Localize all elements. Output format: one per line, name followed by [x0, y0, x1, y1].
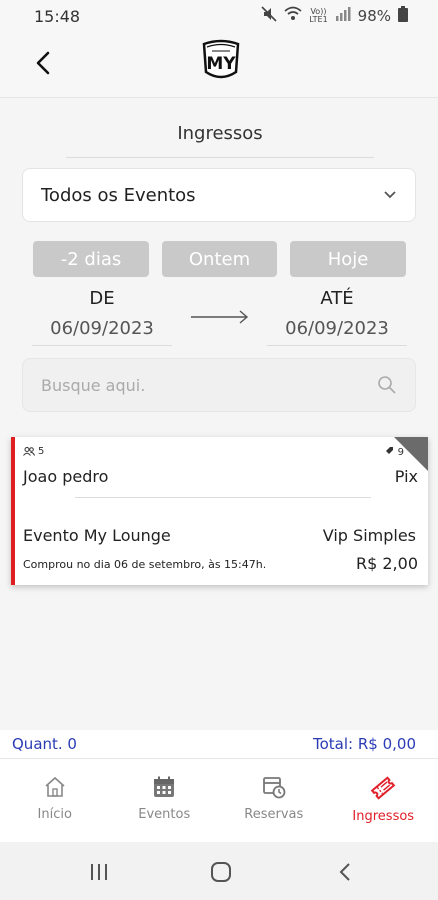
status-time: 15:48	[34, 6, 81, 26]
ticket-id: 9	[385, 446, 404, 458]
ticket-payment-method: Pix	[394, 467, 418, 486]
ticket-quantity-value: 5	[38, 446, 45, 457]
home-button[interactable]	[206, 858, 236, 886]
system-nav-bar	[0, 842, 438, 900]
network-label-bottom: LTE1	[309, 15, 328, 24]
home-square-icon	[211, 862, 231, 882]
range-button-minus-2-days[interactable]: -2 dias	[33, 241, 149, 277]
wifi-icon	[284, 6, 302, 26]
nav-item-inicio[interactable]: Início	[0, 759, 110, 842]
from-date-field[interactable]: 06/09/2023	[32, 318, 172, 346]
nav-item-reservas[interactable]: Reservas	[219, 759, 329, 842]
arrow-right-icon	[190, 307, 250, 331]
page-title: Ingressos	[66, 114, 374, 158]
event-select[interactable]: Todos os Eventos	[22, 168, 416, 222]
battery-percent: 98%	[357, 7, 391, 25]
system-back-icon	[339, 863, 350, 881]
recent-apps-button[interactable]	[84, 858, 114, 886]
nav-item-ingressos[interactable]: Ingressos	[329, 759, 438, 842]
system-back-button[interactable]	[330, 858, 360, 886]
totals-amount: Total: R$ 0,00	[313, 735, 416, 753]
bottom-nav: Início Eventos Reservas Ingressos	[0, 758, 438, 842]
battery-icon	[398, 6, 408, 26]
from-date-label: DE	[89, 288, 115, 309]
network-label: Vo)) LTE1	[309, 8, 327, 24]
back-arrow-icon	[36, 51, 50, 75]
ticket-icon	[370, 776, 396, 800]
nav-label-eventos: Eventos	[138, 807, 191, 822]
nav-label-ingressos: Ingressos	[352, 809, 415, 824]
search-placeholder: Busque aqui.	[41, 375, 146, 395]
ticket-type: Vip Simples	[322, 526, 416, 545]
totals-bar: Quant. 0 Total: R$ 0,00	[0, 730, 438, 758]
search-icon[interactable]	[377, 375, 397, 395]
chevron-down-icon	[384, 191, 396, 199]
status-icons: Vo)) LTE1 98%	[261, 6, 408, 26]
ticket-price: R$ 2,00	[355, 554, 418, 573]
signal-icon	[335, 7, 351, 25]
nav-label-inicio: Início	[37, 807, 72, 822]
people-icon	[23, 447, 35, 456]
app-header: MY	[0, 32, 438, 98]
search-input[interactable]: Busque aqui.	[22, 358, 416, 412]
app-logo: MY	[198, 36, 244, 82]
ticket-id-value: 9	[397, 447, 404, 458]
ticket-card[interactable]: 5 9 Joao pedro Pix Evento My Lounge Vip …	[11, 437, 428, 585]
reservation-icon	[262, 777, 286, 799]
to-date-field[interactable]: 06/09/2023	[267, 318, 407, 346]
calendar-icon	[154, 776, 175, 797]
ticket-event-name: Evento My Lounge	[23, 526, 171, 545]
to-date-label: ATÉ	[320, 288, 354, 309]
tag-icon	[386, 447, 394, 454]
range-button-today[interactable]: Hoje	[290, 241, 406, 277]
nav-item-eventos[interactable]: Eventos	[110, 759, 220, 842]
range-button-yesterday[interactable]: Ontem	[162, 241, 277, 277]
card-divider	[75, 497, 371, 498]
event-select-value: Todos os Eventos	[41, 184, 196, 206]
status-bar: 15:48 Vo)) LTE1 98%	[0, 0, 438, 32]
totals-quantity: Quant. 0	[12, 735, 77, 753]
ticket-quantity: 5	[23, 446, 44, 457]
mute-icon	[261, 6, 277, 26]
recent-apps-icon	[91, 864, 107, 880]
home-icon	[45, 776, 65, 797]
ticket-purchase-info: Comprou no dia 06 de setembro, às 15:47h…	[23, 558, 267, 571]
nav-label-reservas: Reservas	[244, 807, 304, 822]
svg-text:MY: MY	[206, 54, 236, 74]
main-content: Ingressos Todos os Eventos -2 dias Ontem…	[0, 98, 438, 730]
ticket-buyer: Joao pedro	[23, 467, 109, 486]
back-button[interactable]	[28, 48, 58, 78]
